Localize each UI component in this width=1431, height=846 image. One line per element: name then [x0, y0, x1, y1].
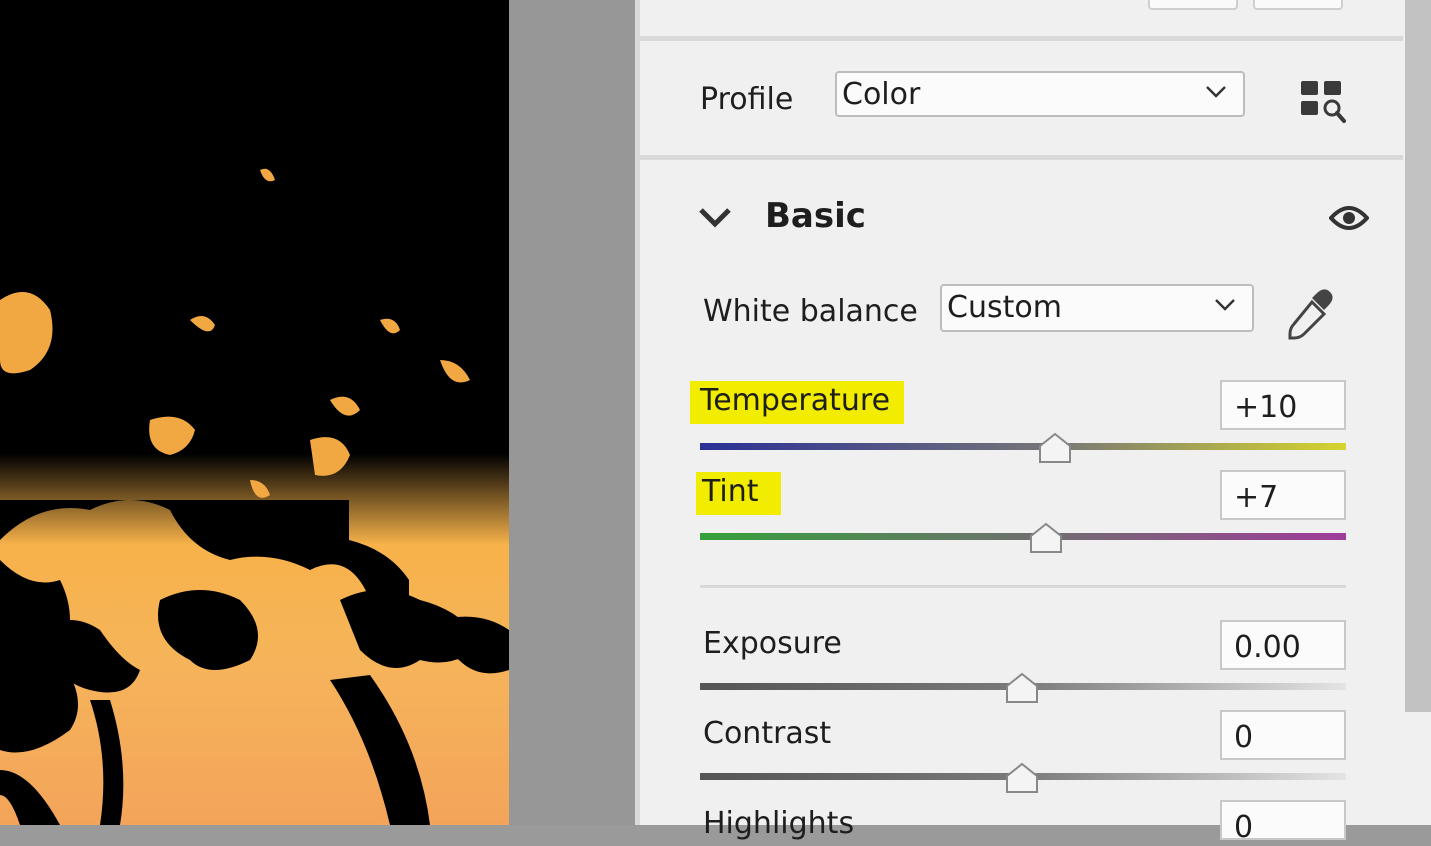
top-button-left[interactable]: [1148, 0, 1238, 10]
temperature-slider-handle[interactable]: [1038, 432, 1072, 464]
tree-silhouette: [0, 168, 509, 825]
tint-slider-handle[interactable]: [1029, 522, 1063, 554]
white-balance-value: Custom: [947, 290, 1062, 325]
basic-section-title[interactable]: Basic: [765, 198, 866, 234]
exposure-value: 0.00: [1234, 630, 1301, 665]
highlights-value: 0: [1234, 810, 1254, 845]
temperature-label: Temperature: [690, 381, 905, 424]
exposure-slider-handle[interactable]: [1005, 672, 1039, 704]
eye-icon[interactable]: [1329, 204, 1369, 232]
exposure-value-field[interactable]: 0.00: [1220, 620, 1346, 670]
tint-label-text: Tint: [696, 472, 781, 515]
profile-label: Profile: [700, 82, 794, 117]
chevron-down-icon: [1206, 86, 1226, 98]
eyedropper-icon[interactable]: [1286, 288, 1338, 340]
exposure-label: Exposure: [703, 626, 842, 661]
tint-slider-track[interactable]: [700, 533, 1346, 540]
temperature-value-field[interactable]: +10: [1220, 380, 1346, 430]
white-balance-select[interactable]: Custom: [940, 284, 1254, 332]
chevron-down-icon: [1215, 299, 1235, 311]
highlights-value-field[interactable]: 0: [1220, 800, 1346, 845]
slider-group-separator: [700, 585, 1346, 588]
profile-select[interactable]: Color: [835, 71, 1245, 117]
contrast-label: Contrast: [703, 716, 832, 751]
highlights-label: Highlights: [703, 806, 855, 841]
chevron-down-icon[interactable]: [698, 207, 732, 229]
section-divider: [640, 36, 1403, 41]
photo-preview: [0, 0, 509, 825]
section-divider: [640, 155, 1403, 160]
contrast-value-field[interactable]: 0: [1220, 710, 1346, 760]
temperature-value: +10: [1234, 390, 1298, 425]
scrollbar-thumb[interactable]: [1405, 0, 1431, 712]
canvas-gutter: [509, 0, 635, 825]
temperature-label-text: Temperature: [690, 381, 905, 424]
white-balance-label: White balance: [703, 294, 918, 329]
profile-select-value: Color: [842, 77, 921, 112]
top-button-right[interactable]: [1253, 0, 1343, 10]
contrast-slider-handle[interactable]: [1005, 762, 1039, 794]
profile-browser-icon[interactable]: [1300, 80, 1346, 124]
contrast-value: 0: [1234, 720, 1254, 755]
tint-value: +7: [1234, 480, 1279, 515]
tint-value-field[interactable]: +7: [1220, 470, 1346, 520]
tint-label: Tint: [696, 472, 781, 515]
temperature-slider-track[interactable]: [700, 443, 1346, 450]
